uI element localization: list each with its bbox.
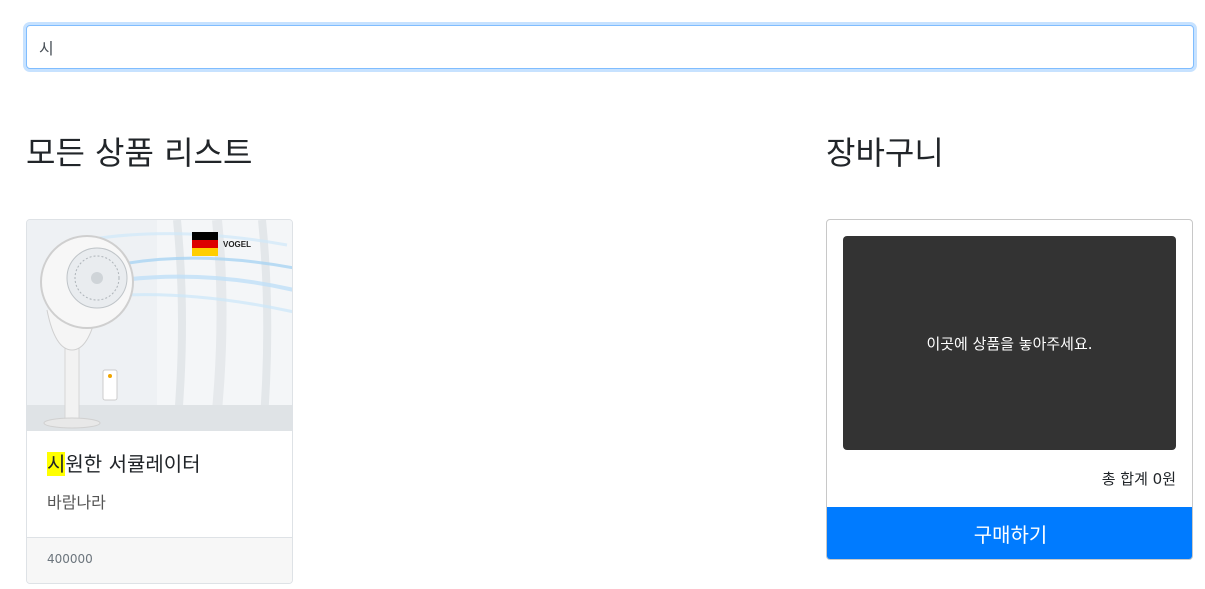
cart-title: 장바구니 xyxy=(826,134,944,172)
search-input[interactable] xyxy=(26,25,1194,69)
dropzone-text: 이곳에 상품을 놓아주세요. xyxy=(926,334,1093,353)
buy-button[interactable]: 구매하기 xyxy=(827,507,1192,559)
product-maker: 바람나라 xyxy=(47,493,106,512)
circulator-fan-image: VOGEL xyxy=(27,220,292,431)
product-price: 400000 xyxy=(27,537,292,583)
product-image: VOGEL xyxy=(27,220,292,431)
cart-dropzone[interactable]: 이곳에 상품을 놓아주세요. xyxy=(843,236,1176,450)
product-title-rest: 원한 서큘레이터 xyxy=(65,452,201,476)
svg-text:VOGEL: VOGEL xyxy=(223,240,251,249)
search-highlight: 시 xyxy=(47,452,66,476)
product-list-title: 모든 상품 리스트 xyxy=(26,134,253,172)
product-card[interactable]: VOGEL 시원한 서큘레이터 바람나라 400000 xyxy=(26,219,293,584)
cart-total: 총 합계 0원 xyxy=(1101,470,1176,488)
product-title: 시원한 서큘레이터 xyxy=(47,449,272,479)
cart-panel: 이곳에 상품을 놓아주세요. 총 합계 0원 구매하기 xyxy=(826,219,1193,560)
